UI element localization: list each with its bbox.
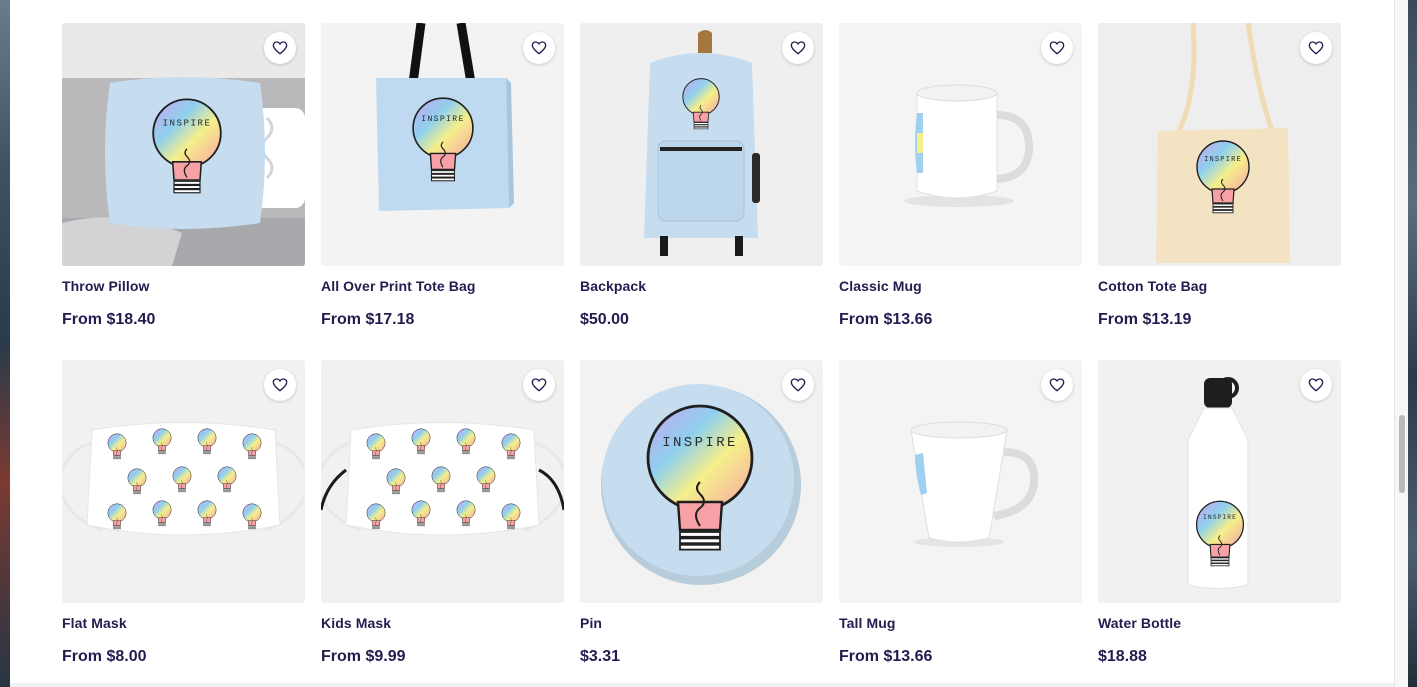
heart-icon: [531, 40, 547, 56]
product-card[interactable]: INSPIRE Throw Pillow From $18.40: [62, 23, 305, 349]
product-listing: INSPIRE Throw Pillow From $18.40 INSPIRE All…: [10, 0, 1394, 687]
product-title[interactable]: Cotton Tote Bag: [1098, 278, 1207, 294]
product-image[interactable]: [839, 360, 1082, 603]
product-card[interactable]: Classic Mug From $13.66: [839, 23, 1082, 349]
product-card[interactable]: Flat Mask From $8.00: [62, 360, 305, 686]
product-price: From $17.18: [321, 311, 415, 328]
product-image[interactable]: INSPIRE: [1098, 23, 1341, 266]
favorite-button[interactable]: [782, 369, 814, 401]
favorite-button[interactable]: [1041, 32, 1073, 64]
product-price: $3.31: [580, 648, 621, 665]
favorite-button[interactable]: [523, 32, 555, 64]
heart-icon: [272, 377, 288, 393]
product-image[interactable]: INSPIRE: [321, 23, 564, 266]
product-card[interactable]: Kids Mask From $9.99: [321, 360, 564, 686]
favorite-button[interactable]: [264, 32, 296, 64]
heart-icon: [790, 40, 806, 56]
product-card[interactable]: INSPIRE Pin $3.31: [580, 360, 823, 686]
product-card[interactable]: Backpack $50.00: [580, 23, 823, 349]
svg-text:INSPIRE: INSPIRE: [662, 435, 738, 451]
product-title[interactable]: Pin: [580, 615, 602, 631]
product-card[interactable]: INSPIRE Cotton Tote Bag From $13.19: [1098, 23, 1341, 349]
product-title[interactable]: Classic Mug: [839, 278, 922, 294]
heart-icon: [531, 377, 547, 393]
browser-window: INSPIRE Throw Pillow From $18.40 INSPIRE All…: [10, 0, 1408, 687]
product-title[interactable]: Throw Pillow: [62, 278, 150, 294]
product-price: From $13.66: [839, 311, 933, 328]
favorite-button[interactable]: [523, 369, 555, 401]
favorite-button[interactable]: [264, 369, 296, 401]
divider: [10, 683, 1394, 687]
product-image[interactable]: [62, 360, 305, 603]
product-price: From $13.19: [1098, 311, 1192, 328]
heart-icon: [272, 40, 288, 56]
product-price: From $13.66: [839, 648, 933, 665]
svg-text:INSPIRE: INSPIRE: [1203, 514, 1237, 521]
product-card[interactable]: Tall Mug From $13.66: [839, 360, 1082, 686]
product-title[interactable]: Tall Mug: [839, 615, 896, 631]
product-title[interactable]: Water Bottle: [1098, 615, 1181, 631]
heart-icon: [790, 377, 806, 393]
product-title[interactable]: Kids Mask: [321, 615, 391, 631]
product-image[interactable]: [580, 23, 823, 266]
scrollbar[interactable]: [1394, 0, 1408, 687]
product-price: $50.00: [580, 311, 629, 328]
heart-icon: [1308, 40, 1324, 56]
favorite-button[interactable]: [1300, 32, 1332, 64]
product-title[interactable]: All Over Print Tote Bag: [321, 278, 476, 294]
heart-icon: [1308, 377, 1324, 393]
product-card[interactable]: INSPIRE Water Bottle $18.88: [1098, 360, 1341, 686]
favorite-button[interactable]: [1300, 369, 1332, 401]
product-title[interactable]: Backpack: [580, 278, 646, 294]
svg-text:INSPIRE: INSPIRE: [1204, 156, 1242, 164]
scrollbar-thumb[interactable]: [1399, 415, 1405, 493]
product-title[interactable]: Flat Mask: [62, 615, 127, 631]
favorite-button[interactable]: [1041, 369, 1073, 401]
svg-text:INSPIRE: INSPIRE: [162, 117, 211, 128]
product-price: From $9.99: [321, 648, 406, 665]
product-image[interactable]: INSPIRE: [1098, 360, 1341, 603]
desktop-background-right: [1408, 0, 1417, 687]
product-image[interactable]: [321, 360, 564, 603]
product-image[interactable]: INSPIRE: [580, 360, 823, 603]
product-image[interactable]: INSPIRE: [62, 23, 305, 266]
product-grid: INSPIRE Throw Pillow From $18.40 INSPIRE All…: [62, 23, 1341, 686]
desktop-background-left: [0, 0, 10, 687]
product-price: From $8.00: [62, 648, 147, 665]
svg-text:INSPIRE: INSPIRE: [421, 115, 464, 124]
product-price: $18.88: [1098, 648, 1147, 665]
heart-icon: [1049, 40, 1065, 56]
heart-icon: [1049, 377, 1065, 393]
product-card[interactable]: INSPIRE All Over Print Tote Bag From $17.1…: [321, 23, 564, 349]
product-price: From $18.40: [62, 311, 156, 328]
favorite-button[interactable]: [782, 32, 814, 64]
product-image[interactable]: [839, 23, 1082, 266]
